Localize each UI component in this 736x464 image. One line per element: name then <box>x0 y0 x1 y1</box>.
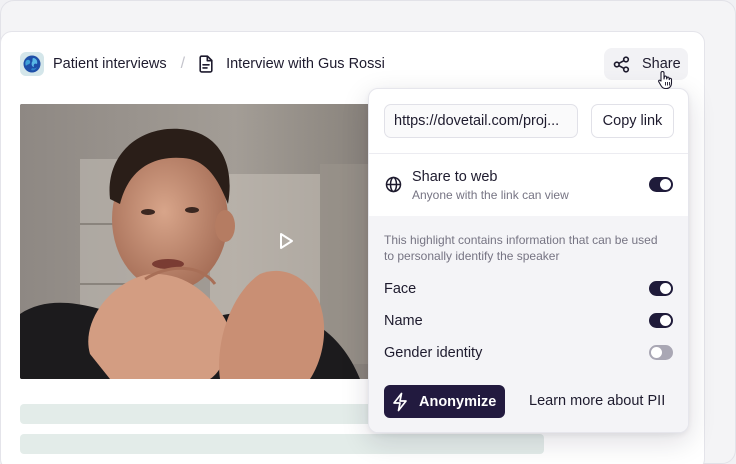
share-icon <box>613 55 630 73</box>
pii-name-label: Name <box>384 313 423 329</box>
share-to-web-subtitle: Anyone with the link can view <box>412 188 569 202</box>
pii-gender-identity-toggle[interactable] <box>649 345 673 360</box>
pii-face-label: Face <box>384 281 417 297</box>
pii-description: This highlight contains information that… <box>384 233 658 263</box>
anonymize-button-label: Anonymize <box>419 393 497 410</box>
globe-logo-icon <box>20 52 44 76</box>
share-popover: https://dovetail.com/proj... Copy link S… <box>368 88 689 433</box>
document-icon <box>198 55 216 73</box>
lightning-icon <box>393 392 407 411</box>
globe-icon <box>385 176 402 193</box>
breadcrumb-separator: / <box>180 55 186 72</box>
breadcrumb: Patient interviews / Interview with Gus … <box>20 51 385 77</box>
breadcrumb-document[interactable]: Interview with Gus Rossi <box>226 56 385 72</box>
learn-more-pii-link[interactable]: Learn more about PII <box>529 393 665 409</box>
share-button[interactable]: Share <box>604 48 688 80</box>
pii-name-toggle[interactable] <box>649 313 673 328</box>
anonymize-button[interactable]: Anonymize <box>384 385 505 418</box>
pii-section: This highlight contains information that… <box>369 216 688 432</box>
share-url-field[interactable]: https://dovetail.com/proj... <box>384 104 578 138</box>
pii-gender-identity-label: Gender identity <box>384 345 483 361</box>
share-to-web-title: Share to web <box>412 169 498 185</box>
breadcrumb-project[interactable]: Patient interviews <box>53 56 167 72</box>
popover-divider <box>369 153 688 154</box>
play-icon[interactable] <box>278 232 294 250</box>
transcript-placeholder-line <box>20 434 544 454</box>
pii-face-toggle[interactable] <box>649 281 673 296</box>
copy-link-button[interactable]: Copy link <box>591 104 674 138</box>
hand-cursor-icon <box>658 70 673 90</box>
share-to-web-toggle[interactable] <box>649 177 673 192</box>
